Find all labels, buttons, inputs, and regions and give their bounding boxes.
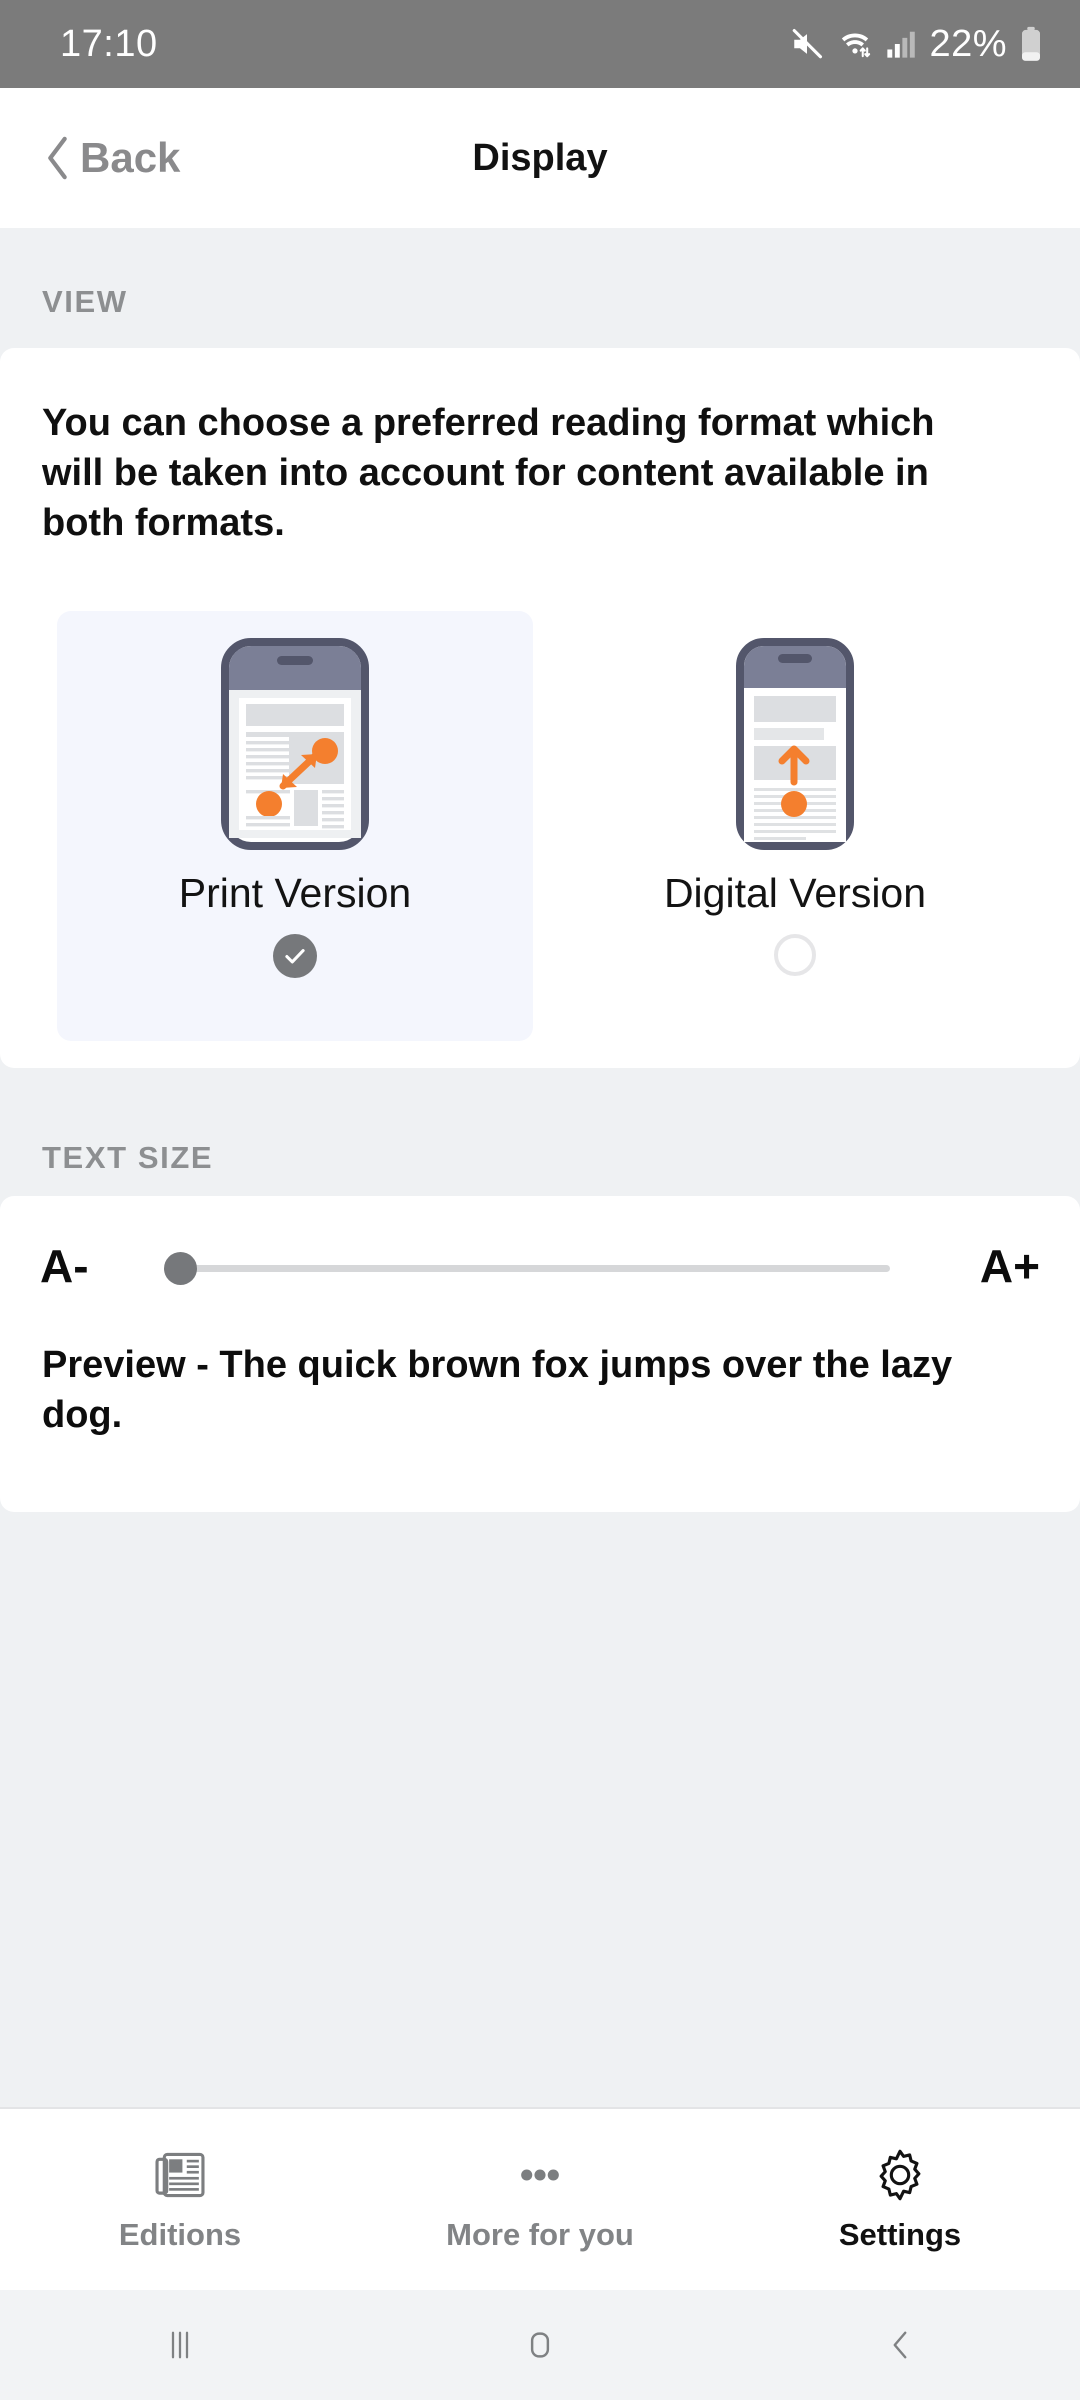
recents-icon [171,2331,189,2359]
option-digital-version-label: Digital Version [663,870,927,916]
gear-icon [879,2149,921,2201]
section-header-text-size: TEXT SIZE [0,1084,1080,1204]
check-icon [273,934,317,978]
back-button-label: Back [80,134,181,181]
tab-settings[interactable]: Settings [720,2146,1080,2253]
view-settings-card: You can choose a preferred reading forma… [0,348,1080,1068]
home-button[interactable] [360,2324,720,2366]
section-header-view: VIEW [0,228,1080,348]
phone-digital-layout-icon [736,638,854,850]
tab-more-for-you[interactable]: More for you [360,2146,720,2253]
radio-unselected-icon [774,934,816,976]
navigation-bar: Back Display [0,88,1080,228]
option-print-version-selected-mark[interactable] [273,934,317,978]
android-navigation-bar [0,2290,1080,2400]
section-header-view-label: VIEW [42,284,128,319]
increase-text-size-label[interactable]: A+ [980,1239,1040,1293]
home-icon [530,2332,550,2358]
cellular-signal-icon [887,31,916,58]
section-header-text-size-label: TEXT SIZE [42,1140,214,1175]
tab-more-for-you-label: More for you [446,2217,634,2252]
tab-editions-label: Editions [118,2217,242,2252]
text-size-slider-thumb[interactable] [164,1252,197,1285]
back-button[interactable]: Back [44,134,180,182]
option-digital-version[interactable]: Digital Version [557,611,1033,1041]
tab-editions[interactable]: Editions [0,2146,360,2253]
option-digital-version-selected-mark[interactable] [774,934,816,976]
phone-print-layout-icon [221,638,369,850]
chevron-left-icon [48,136,67,180]
battery-percent-label: 22% [929,22,1007,65]
battery-icon [1022,26,1040,61]
reading-format-options: Print Version Digital Version [0,611,1080,1041]
app-screen: 17:10 22% Back Display VIEW You can choo… [0,0,1080,2400]
wifi-icon [842,33,871,58]
text-size-slider-row: A- A+ [0,1196,1080,1336]
bottom-tab-bar: Editions More for you Settings [0,2107,1080,2290]
text-size-preview: Preview - The quick brown fox jumps over… [42,1344,953,1437]
option-print-version[interactable]: Print Version [57,611,533,1041]
tab-settings-label: Settings [838,2217,962,2252]
recents-button[interactable] [0,2324,360,2366]
status-bar-clock: 17:10 [60,22,158,65]
back-icon [893,2331,907,2359]
decrease-text-size-label[interactable]: A- [40,1239,89,1293]
text-size-slider-track[interactable] [168,1265,890,1272]
back-button-nav[interactable] [720,2324,1080,2366]
ellipsis-icon [521,2169,559,2181]
view-description: You can choose a preferred reading forma… [42,402,935,545]
mute-icon [793,28,823,59]
status-bar-icons: 22% [790,23,1042,66]
status-bar: 17:10 22% [0,0,1080,88]
newspaper-icon [155,2152,205,2198]
option-print-version-label: Print Version [178,870,412,916]
text-size-card: A- A+ Preview - The quick brown fox jump… [0,1196,1080,1512]
